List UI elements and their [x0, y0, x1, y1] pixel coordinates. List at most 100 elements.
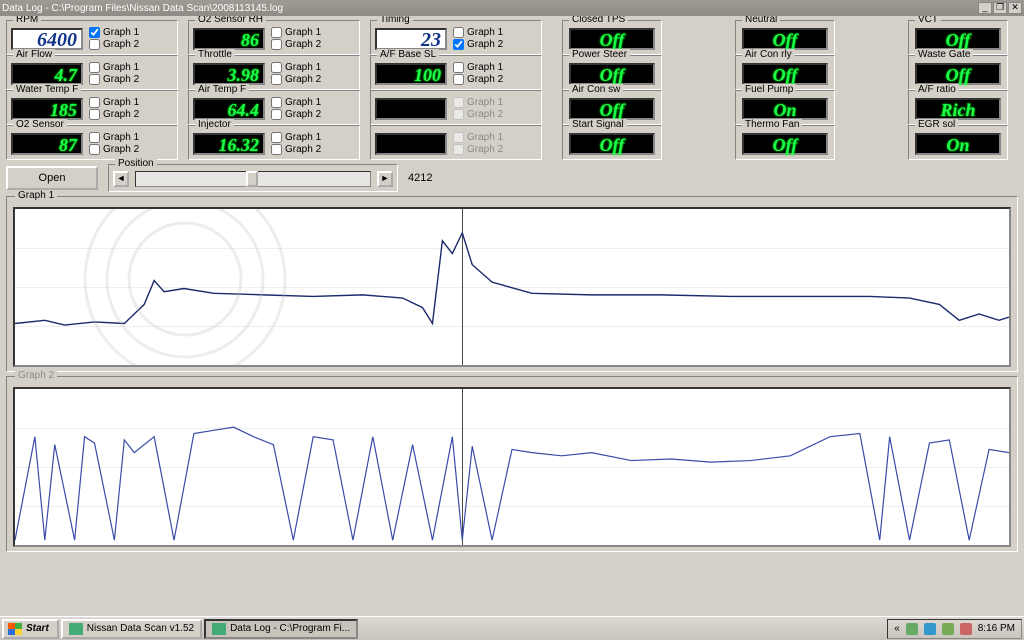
tray-icon[interactable]	[942, 623, 954, 635]
sensor-caption: Timing	[377, 16, 413, 25]
graph-checkbox[interactable]: Graph 2	[271, 74, 321, 85]
status-caption: Fuel Pump	[742, 84, 796, 95]
graph-checkbox[interactable]: Graph 2	[271, 109, 321, 120]
graph-checkbox[interactable]: Graph 1	[89, 132, 139, 143]
window-title: Data Log - C:\Program Files\Nissan Data …	[2, 3, 978, 14]
checkbox-input	[453, 109, 464, 120]
graph-checkbox[interactable]: Graph 2	[89, 109, 139, 120]
sensor-value: 64.4	[193, 98, 265, 120]
tray-chevron-icon[interactable]: «	[894, 623, 900, 634]
checkbox-input[interactable]	[89, 27, 100, 38]
graph-checkbox: Graph 1	[453, 132, 503, 143]
checkbox-input[interactable]	[271, 27, 282, 38]
scroll-right-button[interactable]: ►	[377, 171, 393, 187]
status-value: Off	[742, 63, 828, 85]
status-value: Off	[569, 28, 655, 50]
status-group: Start SignalOff	[562, 125, 662, 160]
checkbox-input[interactable]	[271, 74, 282, 85]
graph-check-group: Graph 1Graph 2	[89, 62, 139, 85]
graph-checkbox[interactable]: Graph 2	[453, 74, 503, 85]
graph-checkbox[interactable]: Graph 1	[453, 62, 503, 73]
taskbar-item[interactable]: Nissan Data Scan v1.52	[61, 619, 202, 639]
checkbox-label: Graph 2	[103, 144, 139, 155]
window-min-button[interactable]: _	[978, 2, 992, 14]
checkbox-input[interactable]	[453, 27, 464, 38]
checkbox-input[interactable]	[271, 97, 282, 108]
checkbox-input[interactable]	[89, 39, 100, 50]
taskbar-item-label: Data Log - C:\Program Fi...	[230, 623, 350, 634]
checkbox-input[interactable]	[453, 39, 464, 50]
graph-checkbox[interactable]: Graph 2	[271, 39, 321, 50]
slider-track[interactable]	[135, 171, 371, 187]
graph-checkbox[interactable]: Graph 1	[89, 97, 139, 108]
graph2-canvas[interactable]	[13, 387, 1011, 547]
status-value: Off	[569, 133, 655, 155]
graph-checkbox[interactable]: Graph 1	[271, 27, 321, 38]
graph-checkbox[interactable]: Graph 1	[89, 27, 139, 38]
checkbox-input[interactable]	[89, 97, 100, 108]
graph-checkbox[interactable]: Graph 2	[89, 39, 139, 50]
checkbox-input[interactable]	[89, 144, 100, 155]
checkbox-label: Graph 2	[467, 74, 503, 85]
status-caption: Start Signal	[569, 119, 627, 130]
tray-icon[interactable]	[924, 623, 936, 635]
taskbar-clock[interactable]: 8:16 PM	[978, 623, 1015, 634]
checkbox-label: Graph 2	[467, 39, 503, 50]
checkbox-input[interactable]	[453, 62, 464, 73]
checkbox-input[interactable]	[271, 132, 282, 143]
graph-checkbox[interactable]: Graph 2	[453, 39, 503, 50]
checkbox-input[interactable]	[89, 132, 100, 143]
checkbox-input[interactable]	[453, 74, 464, 85]
graph-checkbox[interactable]: Graph 2	[89, 144, 139, 155]
sensor-caption: Air Temp F	[195, 84, 249, 95]
graph1-trace	[15, 209, 1009, 367]
checkbox-label: Graph 1	[285, 62, 321, 73]
status-group: EGR solOn	[908, 125, 1008, 160]
sensor-group: Graph 1Graph 2	[370, 125, 542, 160]
graph-check-group: Graph 1Graph 2	[271, 132, 321, 155]
checkbox-input[interactable]	[89, 74, 100, 85]
taskbar-item-label: Nissan Data Scan v1.52	[87, 623, 194, 634]
graph-checkbox[interactable]: Graph 1	[453, 27, 503, 38]
sensor-value: 185	[11, 98, 83, 120]
graph-checkbox[interactable]: Graph 1	[271, 62, 321, 73]
status-value: On	[742, 98, 828, 120]
graph-checkbox[interactable]: Graph 2	[89, 74, 139, 85]
status-caption: EGR sol	[915, 119, 958, 130]
graph-checkbox[interactable]: Graph 1	[271, 132, 321, 143]
checkbox-label: Graph 1	[467, 27, 503, 38]
checkbox-label: Graph 1	[103, 62, 139, 73]
sensor-value	[375, 133, 447, 155]
checkbox-input[interactable]	[271, 144, 282, 155]
sensor-caption: Throttle	[195, 49, 235, 60]
checkbox-label: Graph 1	[285, 97, 321, 108]
sensor-value: 16.32	[193, 133, 265, 155]
tray-icon[interactable]	[960, 623, 972, 635]
graph1-canvas[interactable]	[13, 207, 1011, 367]
position-slider[interactable]: ◄ ►	[113, 171, 393, 187]
readout-row: O2 Sensor87Graph 1Graph 2Injector16.32Gr…	[6, 125, 1018, 160]
start-button[interactable]: Start	[2, 619, 59, 639]
window-close-button[interactable]: ✕	[1008, 2, 1022, 14]
checkbox-input[interactable]	[271, 39, 282, 50]
graph-checkbox[interactable]: Graph 1	[89, 62, 139, 73]
checkbox-input[interactable]	[271, 109, 282, 120]
graph2-panel: Graph 2	[6, 376, 1018, 552]
taskbar: Start Nissan Data Scan v1.52 Data Log - C…	[0, 616, 1024, 640]
slider-thumb[interactable]	[246, 171, 258, 187]
checkbox-label: Graph 1	[285, 132, 321, 143]
taskbar-item[interactable]: Data Log - C:\Program Fi...	[204, 619, 358, 639]
open-button[interactable]: Open	[6, 166, 98, 190]
graph-checkbox[interactable]: Graph 2	[271, 144, 321, 155]
graph-checkbox[interactable]: Graph 1	[271, 97, 321, 108]
checkbox-input[interactable]	[89, 109, 100, 120]
checkbox-label: Graph 2	[285, 144, 321, 155]
sensor-group: A/F Base SL100Graph 1Graph 2	[370, 55, 542, 90]
tray-icon[interactable]	[906, 623, 918, 635]
scroll-left-button[interactable]: ◄	[113, 171, 129, 187]
graph-check-group: Graph 1Graph 2	[89, 27, 139, 50]
graph2-caption: Graph 2	[15, 370, 57, 381]
window-max-button[interactable]: ❐	[993, 2, 1007, 14]
checkbox-input[interactable]	[89, 62, 100, 73]
checkbox-input[interactable]	[271, 62, 282, 73]
